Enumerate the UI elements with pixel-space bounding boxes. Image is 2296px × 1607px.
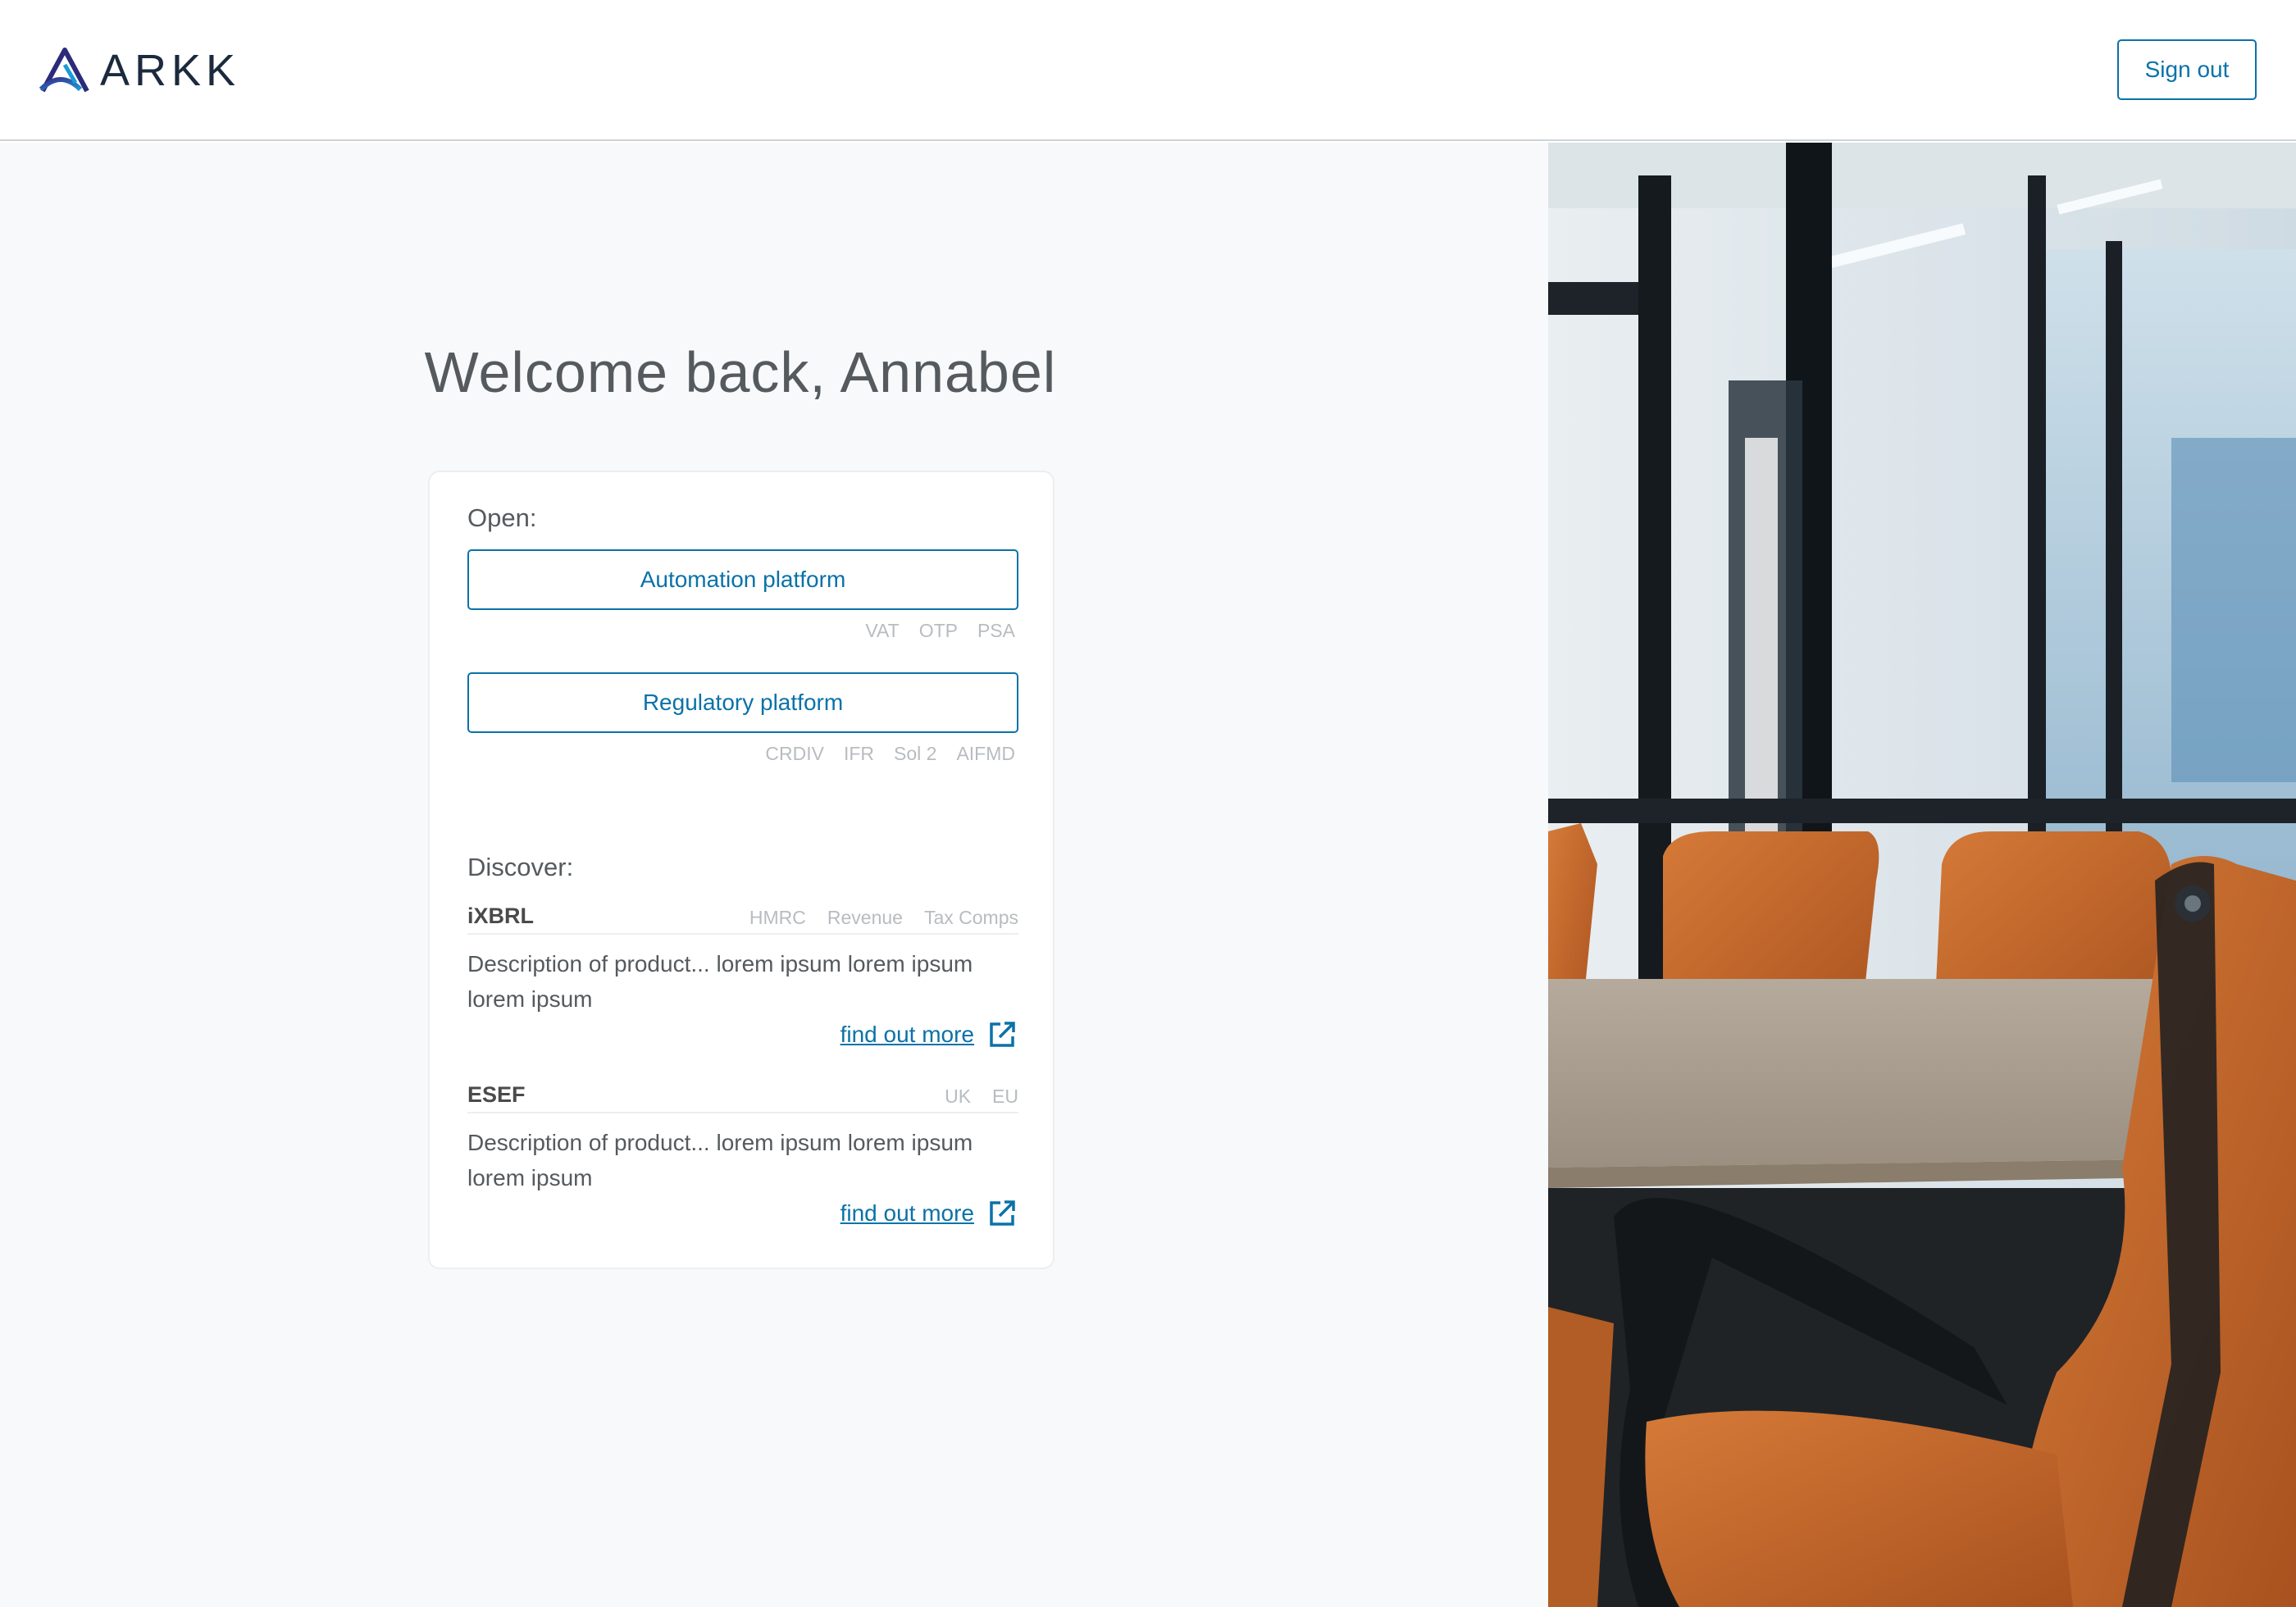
arkk-logo[interactable]: ARKK bbox=[38, 46, 240, 95]
brand-name: ARKK bbox=[100, 46, 241, 95]
find-out-more-link[interactable]: find out more bbox=[840, 1022, 974, 1048]
products-card: Open: Automation platform VAT OTP PSA Re… bbox=[428, 471, 1055, 1269]
arkk-logo-icon bbox=[39, 48, 89, 93]
sign-out-button[interactable]: Sign out bbox=[2117, 39, 2257, 100]
tag: Revenue bbox=[827, 907, 903, 928]
find-out-more-link[interactable]: find out more bbox=[840, 1200, 974, 1227]
tag: PSA bbox=[977, 620, 1015, 641]
external-link-icon[interactable] bbox=[987, 1199, 1017, 1228]
tag: UK bbox=[945, 1086, 972, 1107]
regulatory-platform-tags: CRDIV IFR Sol 2 AIFMD bbox=[765, 743, 1015, 765]
tag: VAT bbox=[865, 620, 900, 641]
product-description: Description of product... lorem ipsum lo… bbox=[467, 951, 973, 1012]
product-tags: UK EU bbox=[945, 1086, 1018, 1108]
open-section-title: Open: bbox=[467, 503, 537, 532]
regulatory-platform-button[interactable]: Regulatory platform bbox=[467, 672, 1018, 733]
product-tags: HMRC Revenue Tax Comps bbox=[749, 907, 1018, 929]
tag: EU bbox=[992, 1086, 1018, 1107]
tag: Sol 2 bbox=[894, 743, 937, 764]
product-description: Description of product... lorem ipsum lo… bbox=[467, 1130, 973, 1190]
automation-platform-button[interactable]: Automation platform bbox=[467, 549, 1018, 610]
product-name: ESEF bbox=[467, 1082, 526, 1107]
tag: IFR bbox=[843, 743, 874, 764]
automation-platform-tags: VAT OTP PSA bbox=[865, 620, 1015, 642]
tag: Tax Comps bbox=[923, 907, 1018, 928]
discover-section-title: Discover: bbox=[467, 853, 574, 881]
find-out-more-esef[interactable]: find out more bbox=[840, 1199, 1017, 1228]
find-out-more-ixbrl[interactable]: find out more bbox=[840, 1020, 1017, 1049]
welcome-heading: Welcome back, Annabel bbox=[424, 340, 1057, 404]
tag: OTP bbox=[918, 620, 958, 641]
top-header: ARKK Sign out bbox=[0, 0, 2296, 141]
office-photo bbox=[1548, 143, 2296, 1607]
tag: HMRC bbox=[749, 907, 806, 928]
main-content: Welcome back, Annabel Open: Automation p… bbox=[0, 143, 1548, 1607]
product-header-esef: ESEF UK EU bbox=[467, 1082, 1018, 1113]
product-header-ixbrl: iXBRL HMRC Revenue Tax Comps bbox=[467, 904, 1018, 935]
tag: AIFMD bbox=[956, 743, 1015, 764]
product-name: iXBRL bbox=[467, 904, 534, 928]
tag: CRDIV bbox=[765, 743, 824, 764]
external-link-icon[interactable] bbox=[987, 1020, 1017, 1049]
